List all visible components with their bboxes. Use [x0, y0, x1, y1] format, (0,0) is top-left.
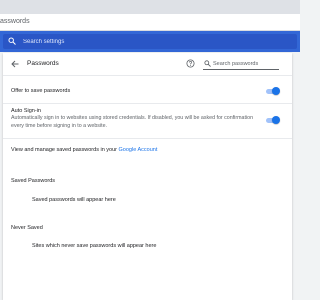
toggle-knob: [272, 87, 280, 95]
address-text[interactable]: asswords: [0, 17, 30, 26]
card-header: Passwords: [3, 53, 292, 76]
passwords-card: Passwords Offer to save passwords Auto S…: [3, 53, 292, 300]
offer-to-save-label: Offer to save passwords: [11, 88, 71, 94]
toggle-knob: [272, 116, 280, 124]
page-title: Passwords: [27, 60, 59, 67]
address-bar[interactable]: asswords: [0, 14, 300, 31]
auto-signin-toggle[interactable]: [265, 116, 280, 124]
browser-tab-strip: [0, 0, 300, 14]
divider: [3, 138, 292, 139]
search-icon: [8, 37, 16, 45]
google-account-prefix: View and manage saved passwords in your: [11, 147, 119, 153]
settings-header: [0, 31, 300, 52]
divider: [3, 103, 292, 104]
settings-search-box[interactable]: [3, 34, 297, 49]
never-saved-title: Never Saved: [11, 225, 43, 231]
saved-passwords-empty-text: Saved passwords will appear here: [32, 197, 116, 203]
password-search-input[interactable]: [213, 59, 277, 68]
search-icon: [204, 60, 211, 67]
auto-signin-description: Automatically sign in to websites using …: [11, 115, 254, 129]
google-account-link[interactable]: Google Account: [119, 147, 158, 153]
help-circle-icon[interactable]: [186, 59, 195, 68]
offer-to-save-toggle[interactable]: [265, 87, 280, 95]
password-search-box[interactable]: [203, 59, 279, 70]
google-account-row: View and manage saved passwords in your …: [11, 147, 157, 154]
auto-signin-label: Auto Sign-in: [11, 108, 41, 114]
never-saved-empty-text: Sites which never save passwords will ap…: [32, 243, 157, 249]
saved-passwords-title: Saved Passwords: [11, 178, 56, 184]
arrow-back-icon[interactable]: [10, 59, 20, 69]
settings-search-input[interactable]: [23, 36, 223, 47]
